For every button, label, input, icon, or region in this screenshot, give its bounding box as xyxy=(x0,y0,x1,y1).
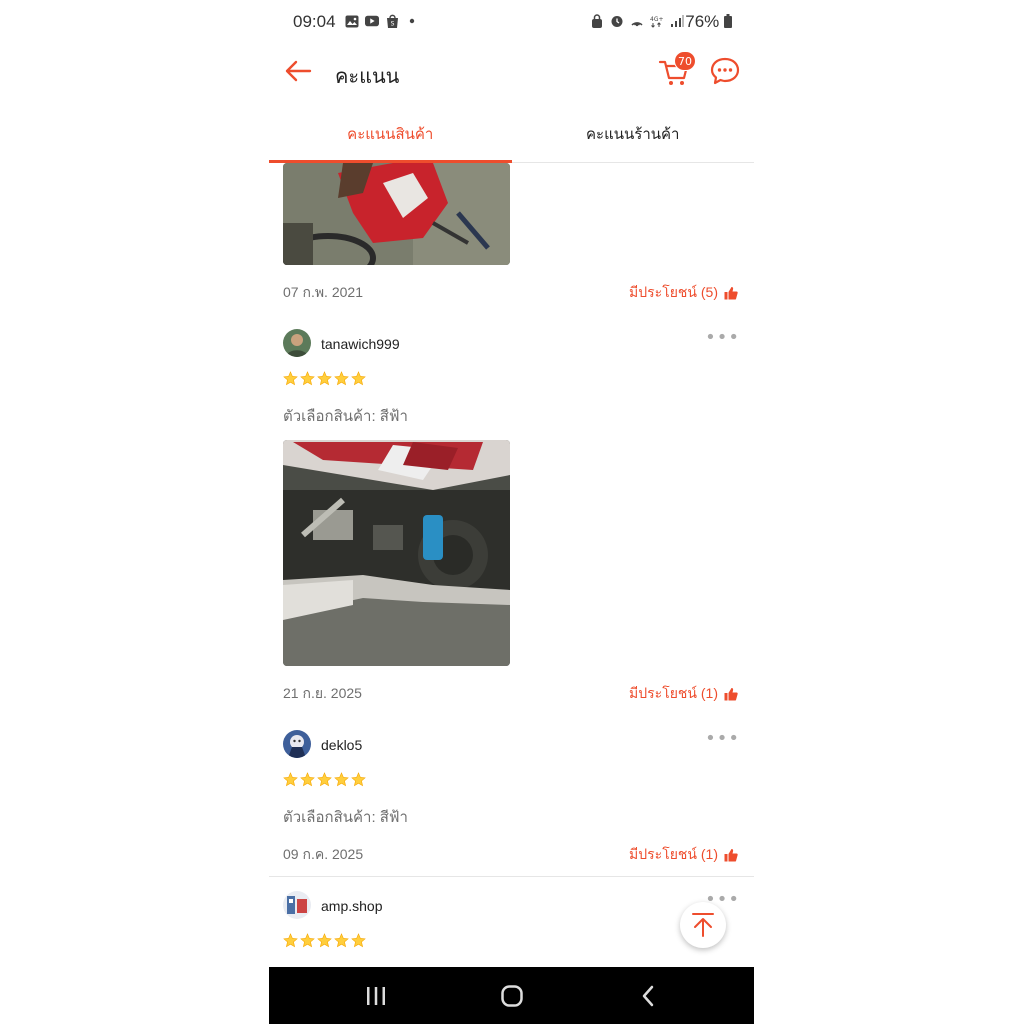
recent-apps-button[interactable] xyxy=(361,981,391,1011)
review-date: 09 ก.ค. 2025 xyxy=(283,846,364,862)
star-icon xyxy=(283,772,298,787)
star-icon xyxy=(317,371,332,386)
chat-button[interactable] xyxy=(709,56,741,86)
status-time: 09:04 xyxy=(293,12,336,31)
star-icon xyxy=(334,371,349,386)
back-arrow-icon xyxy=(285,60,312,82)
scroll-to-top-button[interactable] xyxy=(680,902,726,948)
cart-count-badge: 70 xyxy=(674,51,696,71)
status-bar: 09:04 S 4G+ 76% xyxy=(269,0,754,46)
reviewer-username[interactable]: amp.shop xyxy=(321,898,382,914)
reviewer-username[interactable]: deklo5 xyxy=(321,737,362,753)
review-photo-engine[interactable] xyxy=(283,440,510,666)
star-icon xyxy=(283,371,298,386)
star-icon xyxy=(351,371,366,386)
page-title: คะแนน xyxy=(335,66,400,88)
shopee-bag-icon: S xyxy=(385,14,399,28)
helpful-button[interactable]: มีประโยชน์ (5) xyxy=(629,282,738,304)
back-button[interactable] xyxy=(283,56,313,86)
helpful-button[interactable]: มีประโยชน์ (1) xyxy=(629,844,738,866)
chat-icon xyxy=(710,57,740,85)
alarm-icon xyxy=(610,14,624,28)
reviewer-username[interactable]: tanawich999 xyxy=(321,336,400,352)
system-back-button[interactable] xyxy=(633,981,663,1011)
avatar-image xyxy=(283,891,311,919)
tab-shop-rating[interactable]: คะแนนร้านค้า xyxy=(512,106,755,162)
home-button[interactable] xyxy=(497,981,527,1011)
star-icon xyxy=(334,933,349,948)
product-variant: ตัวเลือกสินค้า: สีฟ้า xyxy=(283,809,408,826)
tab-product-rating[interactable]: คะแนนสินค้า xyxy=(269,106,512,163)
star-rating xyxy=(283,933,366,948)
avatar-image xyxy=(283,329,311,357)
battery-percent: 76% xyxy=(685,12,720,31)
signal-icon xyxy=(670,14,684,28)
star-icon xyxy=(351,772,366,787)
motorcycle-engine-photo xyxy=(283,440,510,666)
lte-icon: 4G+ xyxy=(650,14,664,28)
star-icon xyxy=(300,371,315,386)
star-rating xyxy=(283,371,366,386)
star-icon xyxy=(317,772,332,787)
lock-icon xyxy=(590,14,604,28)
review-divider xyxy=(269,876,754,877)
star-rating xyxy=(283,772,366,787)
star-icon xyxy=(300,933,315,948)
helpful-label: มีประโยชน์ (1) xyxy=(629,685,718,701)
thumbs-up-icon xyxy=(724,688,738,701)
product-variant: ตัวเลือกสินค้า: สีฟ้า xyxy=(283,408,408,425)
more-options-button[interactable]: ••• xyxy=(705,730,740,748)
svg-text:4G+: 4G+ xyxy=(650,16,664,23)
status-left-icons: S xyxy=(345,14,419,28)
svg-text:S: S xyxy=(390,21,394,28)
battery-icon xyxy=(724,14,732,28)
red-motorcycle-photo xyxy=(283,163,510,265)
star-icon xyxy=(300,772,315,787)
review-date: 21 ก.ย. 2025 xyxy=(283,685,362,701)
star-icon xyxy=(334,772,349,787)
avatar[interactable] xyxy=(283,730,311,758)
helpful-label: มีประโยชน์ (1) xyxy=(629,846,718,862)
avatar[interactable] xyxy=(283,891,311,919)
thumbs-up-icon xyxy=(724,849,738,862)
review-photo-red-motorcycle[interactable] xyxy=(283,163,510,265)
phone-screen: 09:04 S 4G+ 76% คะแนน 70 คะแนนสินค้า คะแ… xyxy=(269,0,754,1024)
thumbs-up-icon xyxy=(724,287,738,300)
review-date: 07 ก.พ. 2021 xyxy=(283,284,363,300)
chevron-left-icon xyxy=(642,985,654,1007)
avatar-image xyxy=(283,730,311,758)
star-icon xyxy=(317,933,332,948)
battery-indicator: 76% xyxy=(685,12,732,32)
reviews-list[interactable]: 07 ก.พ. 2021 มีประโยชน์ (5) tanawich999 … xyxy=(269,163,754,967)
dot-icon xyxy=(405,14,419,28)
rating-tabs: คะแนนสินค้า คะแนนร้านค้า xyxy=(269,106,754,163)
helpful-label: มีประโยชน์ (5) xyxy=(629,284,718,300)
helpful-button[interactable]: มีประโยชน์ (1) xyxy=(629,683,738,705)
status-right-icons: 4G+ xyxy=(590,14,684,28)
gallery-icon xyxy=(345,14,359,28)
star-icon xyxy=(283,933,298,948)
arrow-up-icon xyxy=(692,913,714,937)
recent-apps-icon xyxy=(367,987,385,1005)
avatar[interactable] xyxy=(283,329,311,357)
app-header: คะแนน 70 xyxy=(269,46,754,100)
youtube-icon xyxy=(365,14,379,28)
system-nav-bar xyxy=(269,967,754,1024)
more-options-button[interactable]: ••• xyxy=(705,329,740,347)
nfc-icon xyxy=(630,14,644,28)
home-icon xyxy=(501,985,523,1007)
star-icon xyxy=(351,933,366,948)
